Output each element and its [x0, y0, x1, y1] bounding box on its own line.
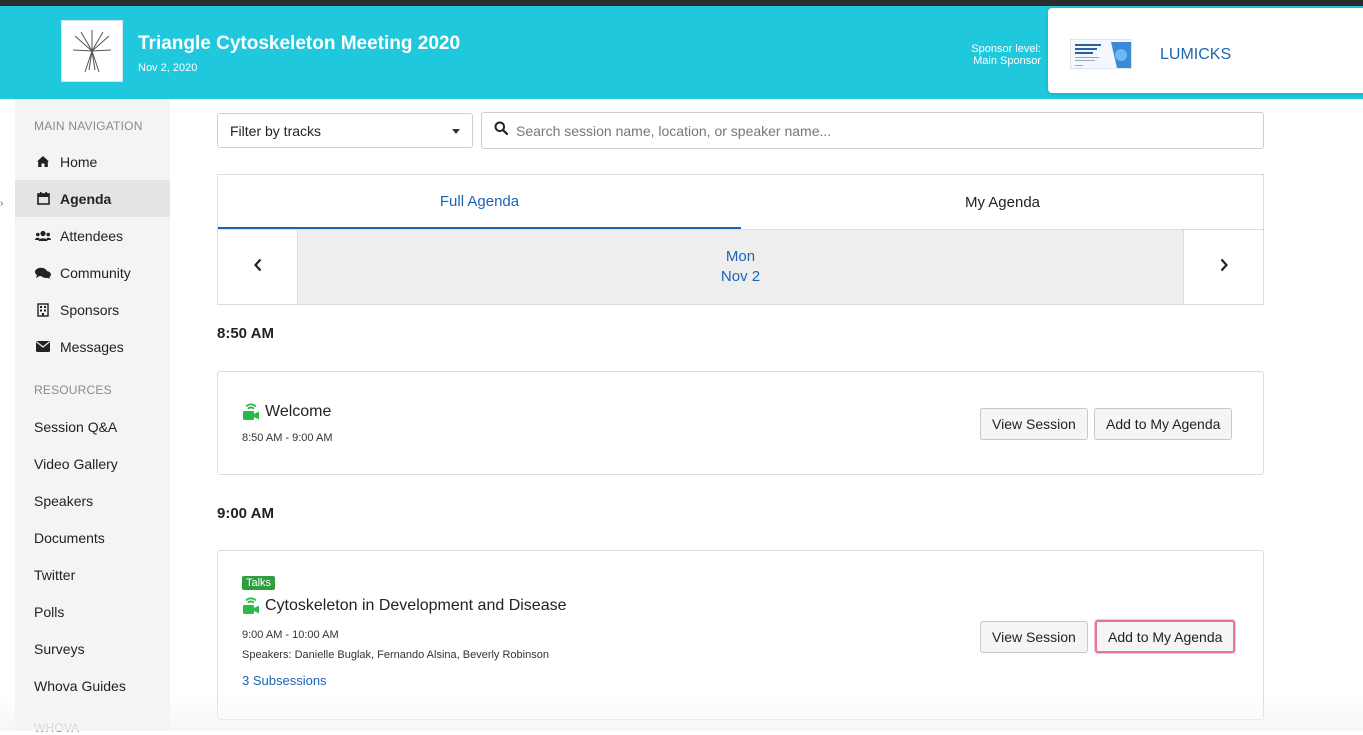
home-icon: [34, 155, 52, 168]
whova-heading: WHOVA: [34, 721, 80, 735]
resource-video-gallery[interactable]: Video Gallery: [34, 456, 118, 472]
comments-icon: [34, 267, 52, 279]
session-speakers: Speakers: Danielle Buglak, Fernando Alsi…: [242, 649, 549, 661]
day-date: Nov 2: [720, 268, 761, 285]
main-navigation-heading: MAIN NAVIGATION: [34, 119, 143, 133]
view-session-button[interactable]: View Session: [980, 408, 1088, 440]
sidebar-item-label: Home: [60, 153, 98, 170]
event-logo[interactable]: [61, 20, 123, 82]
session-search-box[interactable]: [481, 112, 1264, 149]
time-heading: 9:00 AM: [217, 505, 274, 522]
session-title[interactable]: Cytoskeleton in Development and Disease: [242, 597, 567, 615]
search-icon: [494, 121, 509, 140]
search-input[interactable]: [516, 122, 1216, 139]
add-to-my-agenda-button[interactable]: Add to My Agenda: [1094, 408, 1233, 440]
next-day-button[interactable]: [1183, 230, 1263, 304]
sidebar-item-messages[interactable]: Messages: [15, 328, 170, 365]
chevron-left-icon: [253, 258, 263, 277]
pointer-marker: ›: [0, 198, 4, 209]
sidebar-item-label: Sponsors: [60, 301, 120, 318]
sponsor-level-label: Sponsor level: Main Sponsor: [955, 43, 1041, 67]
resource-twitter[interactable]: Twitter: [34, 567, 75, 583]
session-title-text: Welcome: [265, 403, 332, 420]
resource-whova-guides[interactable]: Whova Guides: [34, 678, 126, 694]
resource-documents[interactable]: Documents: [34, 530, 105, 546]
subsessions-link[interactable]: 3 Subsessions: [242, 673, 327, 688]
caret-down-icon: [452, 129, 460, 134]
sidebar-item-agenda[interactable]: Agenda: [15, 180, 170, 217]
cytoskeleton-logo-icon: [72, 30, 112, 73]
track-tag: Talks: [242, 576, 276, 590]
add-to-my-agenda-button[interactable]: Add to My Agenda: [1095, 620, 1236, 653]
time-heading: 8:50 AM: [217, 325, 274, 342]
tab-full-agenda[interactable]: Full Agenda: [218, 175, 741, 230]
session-card[interactable]: Welcome 8:50 AM - 9:00 AM View Session A…: [217, 371, 1264, 475]
resource-surveys[interactable]: Surveys: [34, 641, 85, 657]
event-title: Triangle Cytoskeleton Meeting 2020: [138, 33, 461, 54]
envelope-icon: [34, 341, 52, 352]
tab-my-agenda[interactable]: My Agenda: [741, 175, 1264, 230]
resource-polls[interactable]: Polls: [34, 604, 64, 620]
sponsor-tier-text: Main Sponsor: [973, 55, 1041, 67]
event-date: Nov 2, 2020: [138, 62, 198, 74]
track-filter-select[interactable]: Filter by tracks: [217, 113, 473, 148]
sidebar-item-sponsors[interactable]: Sponsors: [15, 291, 170, 328]
session-title[interactable]: Welcome: [242, 403, 331, 421]
live-video-icon: [242, 597, 260, 615]
session-title-text: Cytoskeleton in Development and Disease: [265, 597, 567, 614]
sidebar-item-label: Community: [60, 264, 131, 281]
track-filter-value: Filter by tracks: [230, 123, 322, 139]
day-selector: Mon Nov 2: [217, 229, 1264, 305]
session-time: 9:00 AM - 10:00 AM: [242, 629, 339, 641]
sidebar-item-label: Agenda: [60, 190, 112, 207]
previous-day-button[interactable]: [218, 230, 298, 304]
sponsor-thumbnail: [1070, 39, 1132, 69]
sidebar-item-attendees[interactable]: Attendees: [15, 217, 170, 254]
calendar-icon: [34, 192, 52, 205]
session-time: 8:50 AM - 9:00 AM: [242, 432, 333, 444]
sponsor-card[interactable]: LUMICKS: [1048, 8, 1363, 93]
sponsor-name-link[interactable]: LUMICKS: [1160, 46, 1231, 64]
building-icon: [34, 302, 52, 317]
resource-session-qa[interactable]: Session Q&A: [34, 419, 117, 435]
resource-speakers[interactable]: Speakers: [34, 493, 93, 509]
resources-heading: RESOURCES: [34, 383, 112, 397]
sidebar-item-community[interactable]: Community: [15, 254, 170, 291]
sidebar-item-label: Attendees: [60, 227, 124, 244]
sidebar: MAIN NAVIGATION Home Agenda Attendees Co…: [15, 99, 170, 735]
day-weekday: Mon: [725, 248, 756, 265]
view-session-button[interactable]: View Session: [980, 621, 1088, 653]
agenda-tabs: Full Agenda My Agenda: [217, 174, 1264, 230]
selected-day[interactable]: Mon Nov 2: [298, 247, 1183, 287]
users-icon: [34, 230, 52, 242]
session-card[interactable]: Talks Cytoskeleton in Development and Di…: [217, 550, 1264, 720]
live-video-icon: [242, 403, 260, 421]
sponsor-level-text: Sponsor level:: [971, 43, 1041, 55]
chevron-right-icon: [1219, 258, 1229, 277]
sidebar-item-label: Messages: [60, 338, 124, 355]
sidebar-item-home[interactable]: Home: [15, 143, 170, 180]
